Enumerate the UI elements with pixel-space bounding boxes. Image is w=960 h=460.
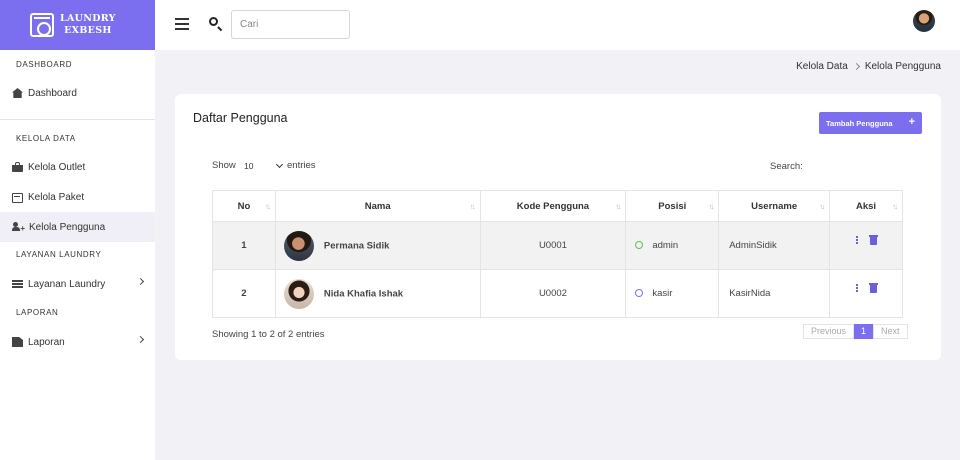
cell-no: 2: [212, 269, 276, 318]
sidebar-section-dashboard: DASHBOARD: [16, 60, 73, 69]
cell-username: AdminSidik: [718, 221, 831, 270]
sort-icon: ↑↓: [819, 202, 825, 211]
cell-nama: Permana Sidik: [274, 221, 481, 270]
sidebar-item-kelola-outlet[interactable]: Kelola Outlet: [0, 152, 155, 182]
sidebar-item-laporan[interactable]: Laporan: [0, 326, 155, 358]
cell-kode: U0002: [479, 269, 627, 318]
home-icon: [12, 88, 23, 98]
column-header-username[interactable]: Username ↑↓: [718, 190, 831, 222]
breadcrumb: Kelola Data Kelola Pengguna: [796, 61, 941, 72]
topbar: [155, 0, 960, 50]
show-label: Show: [212, 160, 236, 171]
file-icon: [12, 337, 23, 347]
user-name: Permana Sidik: [323, 240, 390, 252]
sidebar-item-kelola-pengguna[interactable]: + Kelola Pengguna: [0, 212, 155, 242]
table-search-label: Search:: [770, 161, 803, 172]
chevron-right-icon: [136, 277, 145, 286]
page-button-1[interactable]: 1: [854, 324, 874, 339]
sort-icon: ↑↓: [892, 202, 898, 211]
breadcrumb-item-kelola-pengguna: Kelola Pengguna: [864, 61, 941, 72]
sidebar: LAUNDRY EXBESH DASHBOARD Dashboard KELOL…: [0, 0, 155, 460]
column-header-aksi[interactable]: Aksi ↑↓: [829, 190, 903, 222]
column-header-posisi[interactable]: Posisi ↑↓: [625, 190, 720, 222]
sidebar-item-label: Laporan: [28, 336, 65, 348]
add-user-button-label: Tambah Pengguna: [826, 118, 893, 128]
table-header-row: No ↑↓ Nama ↑↓ Kode Pengguna ↑↓ Posisi ↑↓ Use…: [212, 190, 903, 222]
position-text: admin: [652, 240, 679, 251]
cell-aksi: [829, 269, 903, 318]
sort-icon: ↑↓: [264, 202, 271, 211]
sidebar-item-label: Layanan Laundry: [28, 278, 106, 290]
status-dot-icon: [635, 241, 644, 250]
brand[interactable]: LAUNDRY EXBESH: [0, 0, 155, 50]
user-avatar[interactable]: [913, 10, 935, 32]
avatar: [283, 230, 314, 261]
chevron-right-icon: [136, 335, 145, 344]
search-input[interactable]: [231, 10, 350, 39]
column-header-kode[interactable]: Kode Pengguna ↑↓: [479, 190, 627, 222]
table-row: 1 Permana Sidik U0001 admin AdminSidik: [212, 221, 903, 270]
column-header-nama[interactable]: Nama ↑↓: [274, 190, 481, 222]
sidebar-item-label: Kelola Pengguna: [29, 221, 106, 233]
more-vertical-icon[interactable]: [855, 287, 858, 290]
plus-icon: +: [908, 116, 915, 128]
sidebar-item-label: Dashboard: [28, 87, 77, 99]
chevron-right-icon: [852, 62, 860, 71]
shopping-bag-icon: [12, 162, 23, 172]
entries-length-select[interactable]: 10: [239, 157, 284, 175]
trash-icon[interactable]: [868, 235, 878, 246]
cell-nama: Nida Khafia Ishak: [274, 269, 481, 318]
sidebar-section-laporan: LAPORAN: [16, 308, 59, 317]
cell-no: 1: [212, 221, 276, 270]
sort-icon: ↑↓: [708, 202, 714, 211]
column-header-no[interactable]: No ↑↓: [212, 190, 276, 222]
next-page-button[interactable]: Next: [873, 324, 908, 339]
brand-name: LAUNDRY EXBESH: [60, 13, 116, 36]
cell-posisi: kasir: [625, 269, 720, 318]
menu-icon[interactable]: [175, 18, 189, 20]
sidebar-section-layanan-laundry: LAYANAN LAUNDRY: [16, 250, 102, 259]
sidebar-item-dashboard[interactable]: Dashboard: [0, 78, 155, 108]
search-icon[interactable]: [209, 17, 218, 26]
cell-kode: U0001: [479, 221, 627, 270]
sidebar-section-kelola-data: KELOLA DATA: [16, 134, 76, 143]
washing-machine-icon: [30, 13, 54, 37]
breadcrumb-item-kelola-data[interactable]: Kelola Data: [796, 61, 848, 72]
sort-icon: ↑↓: [469, 202, 476, 211]
table-row: 2 Nida Khafia Ishak U0002 kasir KasirNid…: [212, 269, 903, 318]
list-icon: [12, 279, 23, 289]
sidebar-item-kelola-paket[interactable]: Kelola Paket: [0, 182, 155, 212]
card-title: Daftar Pengguna: [193, 111, 288, 125]
previous-page-button[interactable]: Previous: [803, 324, 855, 339]
card-icon: [12, 192, 23, 203]
user-plus-icon: +: [12, 222, 25, 233]
chevron-down-icon: [275, 160, 284, 169]
cell-posisi: admin: [625, 221, 720, 270]
table-info: Showing 1 to 2 of 2 entries: [212, 329, 325, 340]
entries-length-value: 10: [244, 161, 254, 171]
pagination: Previous 1 Next: [803, 324, 908, 339]
status-dot-icon: [635, 289, 644, 298]
sidebar-item-label: Kelola Outlet: [28, 161, 86, 173]
trash-icon[interactable]: [868, 283, 878, 294]
entries-label: entries: [287, 160, 316, 171]
sidebar-item-layanan-laundry[interactable]: Layanan Laundry: [0, 268, 155, 300]
users-table: No ↑↓ Nama ↑↓ Kode Pengguna ↑↓ Posisi ↑↓ Use…: [212, 190, 903, 318]
sidebar-divider: [0, 119, 155, 120]
add-user-button[interactable]: Tambah Pengguna +: [819, 112, 922, 134]
avatar: [283, 278, 314, 309]
sidebar-item-label: Kelola Paket: [28, 191, 85, 203]
cell-aksi: [829, 221, 903, 270]
user-name: Nida Khafia Ishak: [323, 288, 404, 300]
sort-icon: ↑↓: [615, 202, 621, 211]
cell-username: KasirNida: [718, 269, 831, 318]
more-vertical-icon[interactable]: [855, 239, 858, 242]
position-text: kasir: [652, 288, 673, 299]
